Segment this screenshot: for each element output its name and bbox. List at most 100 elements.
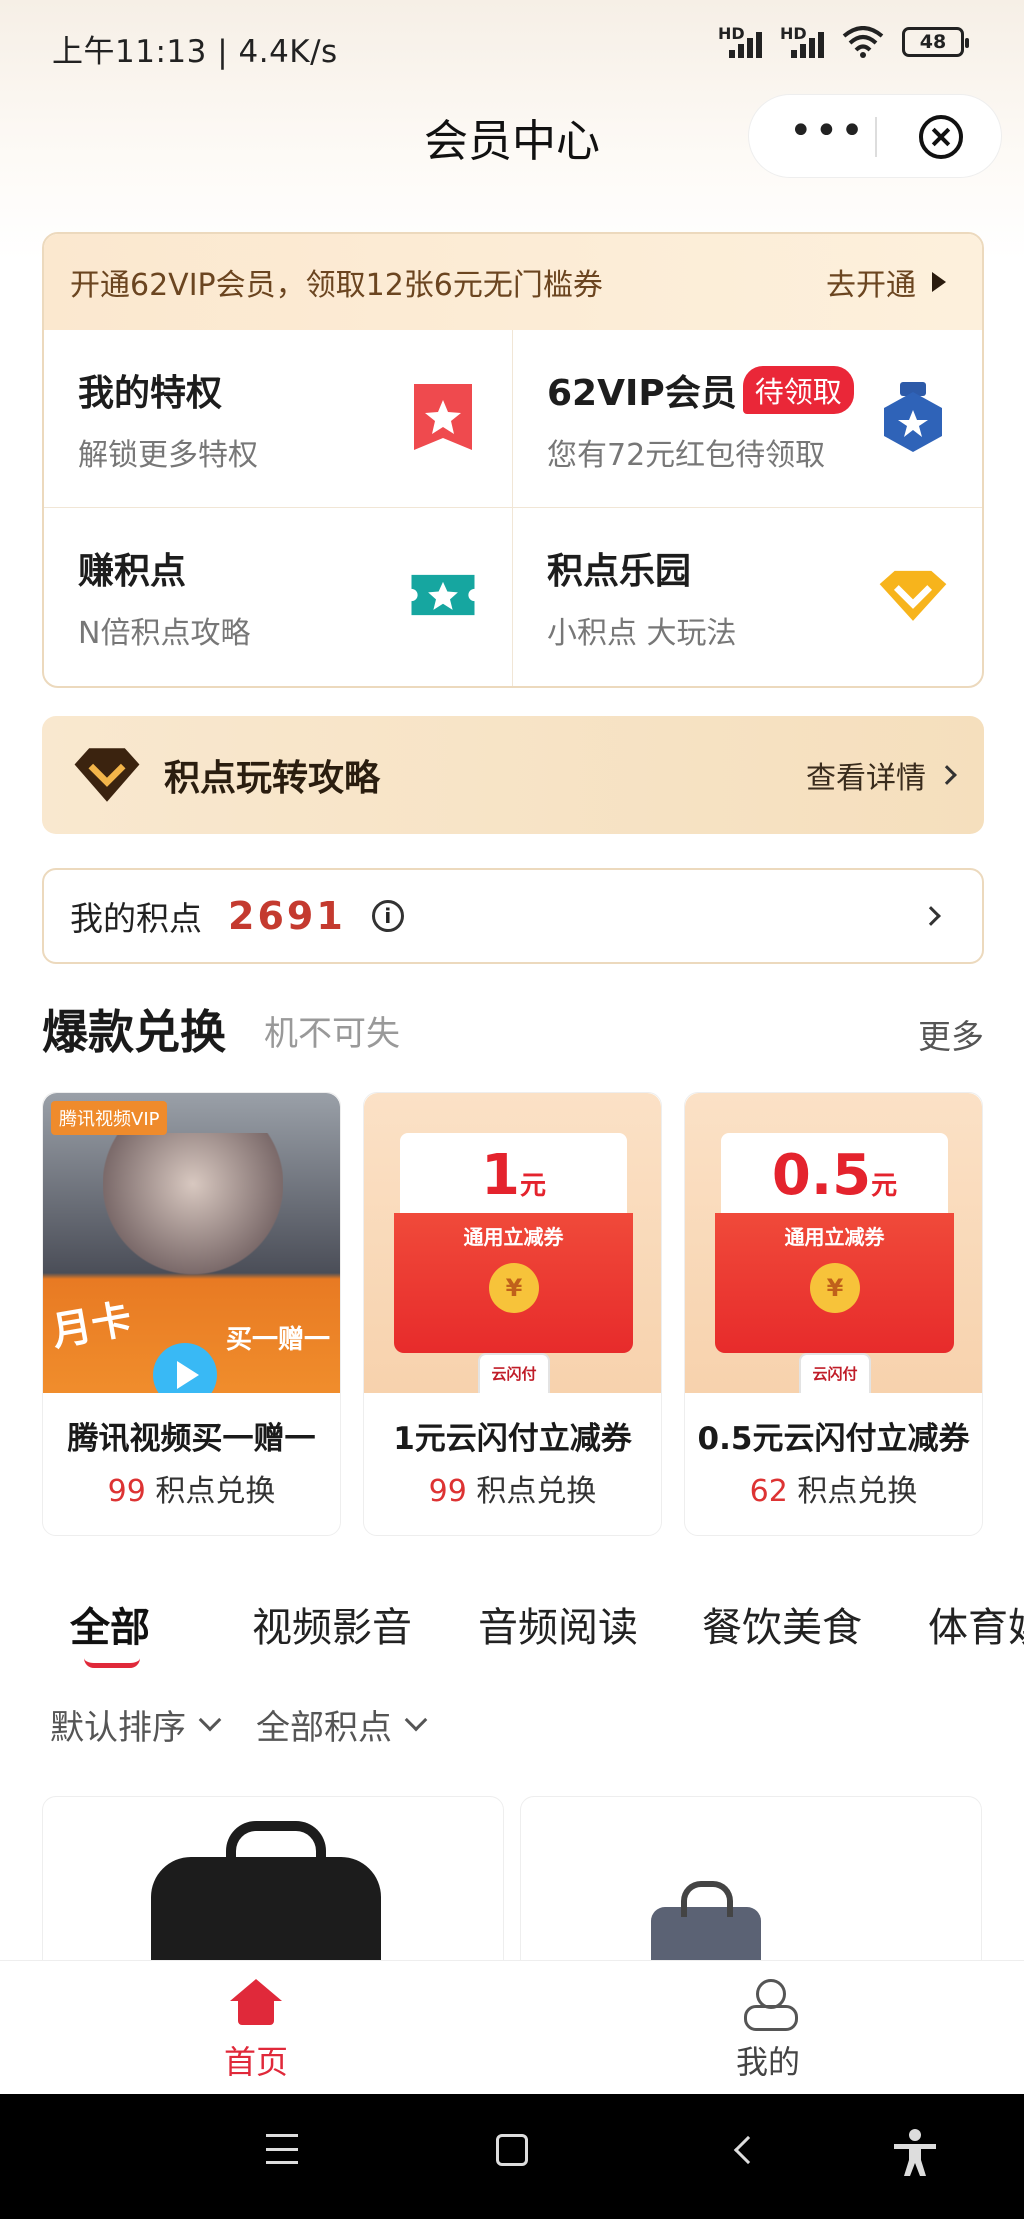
- coupon-type: 通用立减券: [784, 1225, 885, 1249]
- unionpay-logo-icon: 云闪付: [799, 1353, 871, 1393]
- more-link[interactable]: 更多: [918, 1010, 984, 1058]
- status-icons: HD HD 48: [718, 24, 969, 60]
- star-bookmark-icon: [414, 384, 472, 450]
- hot-product-list: 腾讯视频VIP 月卡 买一赠一 腾讯视频买一赠一 99 积点兑换 1元 通用立减…: [42, 1092, 984, 1536]
- category-tabs: 全部 视频影音 音频阅读 餐饮美食 体育娱: [0, 1595, 1024, 1665]
- tab-sports[interactable]: 体育娱: [928, 1595, 1024, 1653]
- view-details-link[interactable]: 查看详情: [806, 753, 957, 797]
- tencent-video-logo-icon: [153, 1343, 217, 1393]
- membership-card: 开通62VIP会员，领取12张6元无门槛券 去开通 我的特权 解锁更多特权 62…: [42, 232, 984, 688]
- more-button[interactable]: •••: [789, 111, 864, 159]
- coupon-currency: 元: [519, 1171, 546, 1201]
- tile-points-park[interactable]: 积点乐园 小积点 大玩法: [513, 508, 982, 686]
- back-icon[interactable]: [733, 2135, 763, 2165]
- chevron-down-icon: [198, 1708, 222, 1731]
- tab-home-label: 首页: [223, 2043, 288, 2081]
- menu-icon[interactable]: [266, 2134, 298, 2164]
- tab-audio[interactable]: 音频阅读: [478, 1595, 638, 1653]
- view-details-label: 查看详情: [806, 761, 926, 796]
- product-card[interactable]: 腾讯视频VIP 月卡 买一赠一 腾讯视频买一赠一 99 积点兑换: [42, 1092, 341, 1536]
- coupon-currency: 元: [871, 1171, 898, 1201]
- product-cost-value: 99: [107, 1474, 146, 1509]
- close-icon[interactable]: [919, 115, 963, 159]
- tab-food[interactable]: 餐饮美食: [702, 1595, 862, 1653]
- signal-icon: HD: [718, 24, 762, 60]
- product-card[interactable]: 1元 通用立减券 ¥ 云闪付 1元云闪付立减券 99 积点兑换: [363, 1092, 662, 1536]
- medal-icon: [884, 382, 942, 452]
- tab-me[interactable]: 我的: [708, 1979, 828, 2083]
- ticket-star-icon: [411, 574, 475, 616]
- product-cost: 99 积点兑换: [43, 1466, 340, 1510]
- coupon-amount: 0.5元: [721, 1143, 948, 1208]
- signal-icon-2: HD: [780, 24, 824, 60]
- accessibility-icon[interactable]: [890, 2128, 940, 2178]
- system-nav-bar: [0, 2094, 1024, 2219]
- wifi-icon: [842, 26, 884, 58]
- tile-62vip[interactable]: 62VIP会员 待领取 您有72元红包待领取: [513, 330, 982, 508]
- product-image: 腾讯视频VIP 月卡 买一赠一: [43, 1093, 340, 1393]
- section-title: 爆款兑换: [42, 1005, 226, 1059]
- points-strategy-banner[interactable]: 积点玩转攻略 查看详情: [42, 716, 984, 834]
- chevron-down-icon: [404, 1708, 428, 1731]
- product-image: 0.5元 通用立减券 ¥ 云闪付: [685, 1093, 982, 1393]
- hot-exchange-header: 爆款兑换 机不可失 更多: [42, 996, 984, 1059]
- home-icon: [230, 1979, 282, 2027]
- tencent-vip-label: 腾讯视频VIP: [51, 1101, 168, 1135]
- open-vip-label: 去开通: [826, 268, 916, 303]
- active-tab-indicator: [84, 1658, 140, 1668]
- product-cost-unit: 积点兑换: [155, 1474, 276, 1509]
- bottom-tab-bar: 首页 我的: [0, 1960, 1024, 2094]
- product-cost: 99 积点兑换: [364, 1466, 661, 1510]
- coupon-type: 通用立减券: [463, 1225, 564, 1249]
- product-name: 1元云闪付立减券: [393, 1421, 632, 1457]
- product-image: 1元 通用立减券 ¥ 云闪付: [364, 1093, 661, 1393]
- unionpay-logo-icon: 云闪付: [478, 1353, 550, 1393]
- home-square-icon[interactable]: [496, 2134, 528, 2166]
- status-time: 上午11:13 | 4.4K/s: [52, 34, 338, 70]
- tab-all[interactable]: 全部: [70, 1595, 150, 1653]
- vip-promo-banner[interactable]: 开通62VIP会员，领取12张6元无门槛券 去开通: [44, 234, 982, 330]
- diamond-icon: [74, 748, 140, 802]
- points-label: 我的积点: [70, 899, 202, 938]
- coupon-amount-value: 0.5: [771, 1143, 872, 1208]
- status-bar: 上午11:13 | 4.4K/s HD HD 48: [0, 0, 1024, 90]
- battery-icon: 48: [902, 27, 969, 57]
- mini-program-capsule: •••: [748, 94, 1002, 178]
- yuan-coin-icon: ¥: [489, 1263, 539, 1313]
- chevron-right-icon: [937, 765, 957, 785]
- open-vip-link[interactable]: 去开通: [826, 260, 946, 304]
- my-points-row[interactable]: 我的积点 2691 i: [42, 868, 984, 964]
- strategy-title: 积点玩转攻略: [164, 758, 381, 799]
- play-arrow-icon: [932, 272, 946, 292]
- tab-home[interactable]: 首页: [196, 1979, 316, 2083]
- tile-my-privileges[interactable]: 我的特权 解锁更多特权: [44, 330, 513, 508]
- capsule-divider: [875, 117, 877, 157]
- tab-video[interactable]: 视频影音: [252, 1595, 412, 1653]
- user-icon: [742, 1979, 798, 2031]
- diamond-icon: [879, 570, 947, 621]
- product-cost-value: 62: [749, 1474, 788, 1509]
- coupon-amount: 1元: [400, 1143, 627, 1208]
- product-cost-unit: 积点兑换: [476, 1474, 597, 1509]
- pending-badge: 待领取: [742, 366, 854, 414]
- product-card[interactable]: 0.5元 通用立减券 ¥ 云闪付 0.5元云闪付立减券 62 积点兑换: [684, 1092, 983, 1536]
- info-icon[interactable]: i: [371, 900, 404, 932]
- coupon-amount-value: 1: [481, 1143, 520, 1208]
- range-label: 全部积点: [256, 1708, 392, 1748]
- points-range-dropdown[interactable]: 全部积点: [256, 1700, 428, 1749]
- product-name: 腾讯视频买一赠一: [67, 1421, 316, 1457]
- filter-bar: 默认排序 全部积点: [50, 1700, 428, 1749]
- monthly-card-label: 月卡: [48, 1296, 136, 1356]
- chevron-right-icon: [921, 906, 941, 926]
- sort-dropdown[interactable]: 默认排序: [50, 1700, 222, 1749]
- product-cost: 62 积点兑换: [685, 1466, 982, 1510]
- yuan-coin-icon: ¥: [810, 1263, 860, 1313]
- points-value: 2691: [228, 894, 346, 938]
- product-cost-value: 99: [428, 1474, 467, 1509]
- sort-label: 默认排序: [50, 1708, 186, 1748]
- section-subtitle: 机不可失: [264, 1014, 400, 1054]
- tile-earn-points[interactable]: 赚积点 N倍积点攻略: [44, 508, 513, 686]
- buy-one-get-one-label: 买一赠一: [225, 1325, 330, 1355]
- product-cost-unit: 积点兑换: [797, 1474, 918, 1509]
- tile-title: 62VIP会员: [547, 373, 737, 414]
